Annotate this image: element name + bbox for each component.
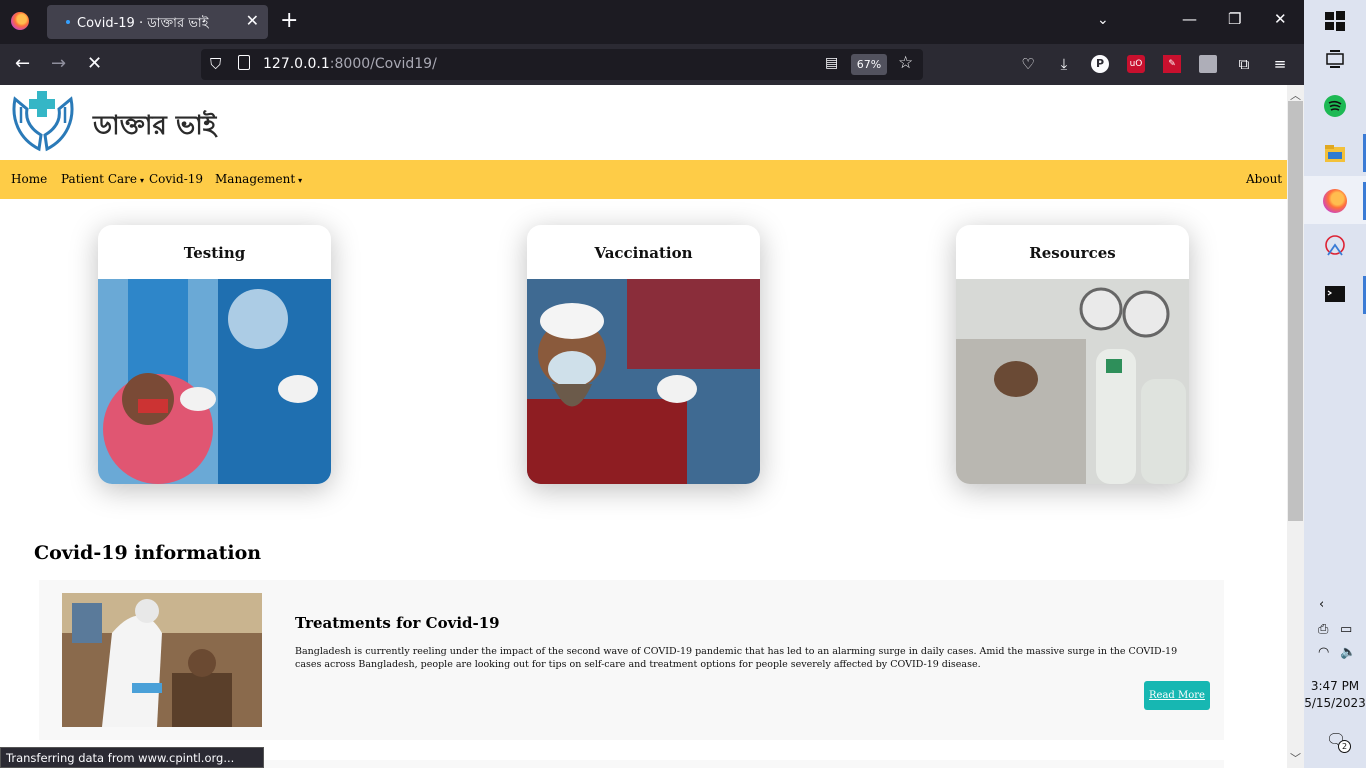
- extensions-puzzle-icon[interactable]: ⧉: [1235, 55, 1253, 73]
- chevron-left-icon[interactable]: ‹: [1319, 597, 1324, 612]
- device-icon[interactable]: ⎙: [1318, 622, 1328, 637]
- site-brand[interactable]: ডাক্তার ভাই: [93, 105, 216, 149]
- testing-photo: [98, 279, 331, 484]
- wifi-icon[interactable]: ◠: [1318, 645, 1329, 660]
- ublock-icon[interactable]: uO: [1127, 55, 1145, 73]
- menu-hamburger-icon[interactable]: ≡: [1271, 55, 1289, 73]
- tab-covid19[interactable]: Covid-19 · ডাক্তার ভাই ✕: [47, 5, 268, 39]
- scroll-thumb[interactable]: [1288, 101, 1303, 521]
- pocket-icon[interactable]: ♡: [1019, 55, 1037, 73]
- site-header: ডাক্তার ভাই: [0, 85, 1287, 160]
- terminal-icon[interactable]: [1323, 282, 1347, 306]
- close-window-icon[interactable]: ✕: [1274, 10, 1287, 28]
- document-extension-icon[interactable]: [1199, 55, 1217, 73]
- tab-strip: Covid-19 · ডাক্তার ভাই ✕ + ⌄ — ❐ ✕: [0, 0, 1304, 44]
- firefox-taskbar-icon[interactable]: [1323, 189, 1347, 213]
- article-body: Bangladesh is currently reeling under th…: [295, 646, 1178, 670]
- card-testing[interactable]: Testing: [98, 225, 331, 484]
- download-icon[interactable]: ⤓: [1055, 55, 1073, 73]
- card-title: Testing: [183, 244, 246, 262]
- menu-management-label: Management: [215, 172, 296, 186]
- new-tab-button[interactable]: +: [280, 9, 298, 33]
- menu-about[interactable]: About: [1246, 172, 1282, 186]
- bookmark-star-icon[interactable]: ☆: [898, 53, 913, 73]
- back-icon[interactable]: ←: [15, 53, 30, 75]
- article-title[interactable]: Treatments for Covid-19: [295, 614, 500, 632]
- read-more-button[interactable]: Read More: [1144, 681, 1210, 710]
- card-resources[interactable]: Resources: [956, 225, 1189, 484]
- main-menu: Home Patient Care ▾ Covid-19 Management ▾ …: [0, 160, 1287, 199]
- browser-window: Covid-19 · ডাক্তার ভাই ✕ + ⌄ — ❐ ✕ ← → ✕…: [0, 0, 1304, 768]
- url-path: :8000/Covid19/: [329, 56, 437, 72]
- forward-icon[interactable]: →: [51, 53, 66, 75]
- status-bar: Transferring data from www.cpintl.org...: [0, 747, 264, 768]
- firefox-icon[interactable]: [11, 12, 29, 30]
- zoom-level[interactable]: 67%: [851, 54, 887, 75]
- page-icon[interactable]: [238, 55, 250, 70]
- file-explorer-icon[interactable]: [1323, 141, 1347, 165]
- url-bar[interactable]: ⛉ 127.0.0.1:8000/Covid19/ ▤ 67% ☆: [201, 49, 923, 80]
- minimize-icon[interactable]: —: [1182, 10, 1197, 28]
- page-scrollbar[interactable]: ︿ ﹀: [1287, 85, 1304, 768]
- section-title: Covid-19 information: [34, 542, 262, 564]
- clock-date: 5/15/2023: [1304, 696, 1366, 710]
- menu-patient-care-label: Patient Care: [61, 172, 137, 186]
- task-view-icon[interactable]: [1323, 48, 1347, 72]
- chevron-down-icon[interactable]: ⌄: [1097, 12, 1109, 28]
- menu-covid19[interactable]: Covid-19: [149, 172, 203, 186]
- menu-home[interactable]: Home: [11, 172, 47, 186]
- loading-dot-icon: [66, 20, 70, 24]
- caret-down-icon: ▾: [298, 176, 303, 185]
- card-title: Resources: [1029, 244, 1116, 262]
- card-title: Vaccination: [594, 244, 693, 262]
- resources-photo: [956, 279, 1189, 484]
- shield-icon[interactable]: ⛉: [210, 55, 221, 73]
- tab-title: Covid-19 · ডাক্তার ভাই: [77, 16, 209, 31]
- menu-patient-care[interactable]: Patient Care ▾: [61, 172, 144, 186]
- navigation-toolbar: ← → ✕ ⛉ 127.0.0.1:8000/Covid19/ ▤ 67% ☆ …: [0, 44, 1304, 85]
- menu-management[interactable]: Management ▾: [215, 172, 302, 186]
- scroll-down-icon[interactable]: ﹀: [1290, 750, 1301, 766]
- web-page: ডাক্তার ভাই Home Patient Care ▾ Covid-19 …: [0, 85, 1287, 768]
- notification-count: 2: [1338, 740, 1351, 753]
- close-tab-icon[interactable]: ✕: [246, 11, 259, 30]
- card-vaccination[interactable]: Vaccination: [527, 225, 760, 484]
- pdf-extension-icon[interactable]: ✎: [1163, 55, 1181, 73]
- windows-taskbar: ‹ ⎙ ▭ ◠ 🔈 3:47 PM 5/15/2023 🗨 2: [1304, 0, 1366, 768]
- reader-view-icon[interactable]: ▤: [825, 55, 838, 71]
- stop-icon[interactable]: ✕: [87, 53, 102, 75]
- clock-time: 3:47 PM: [1310, 679, 1360, 693]
- battery-icon[interactable]: ▭: [1340, 622, 1352, 637]
- url-text[interactable]: 127.0.0.1:8000/Covid19/: [263, 56, 437, 72]
- spotify-icon[interactable]: [1323, 94, 1347, 118]
- article-card: Treatments for Covid-19 Bangladesh is cu…: [39, 580, 1224, 740]
- treatment-photo: [62, 593, 262, 727]
- snipping-tool-icon[interactable]: [1323, 235, 1347, 259]
- restore-icon[interactable]: ❐: [1228, 10, 1241, 28]
- url-host: 127.0.0.1: [263, 56, 330, 72]
- hands-cross-logo-icon[interactable]: [9, 89, 77, 153]
- volume-icon[interactable]: 🔈: [1340, 645, 1356, 660]
- windows-start-icon[interactable]: [1323, 9, 1347, 33]
- caret-down-icon: ▾: [140, 176, 145, 185]
- clock[interactable]: 3:47 PM 5/15/2023: [1304, 678, 1366, 712]
- profile-p-icon[interactable]: P: [1091, 55, 1109, 73]
- vaccination-photo: [527, 279, 760, 484]
